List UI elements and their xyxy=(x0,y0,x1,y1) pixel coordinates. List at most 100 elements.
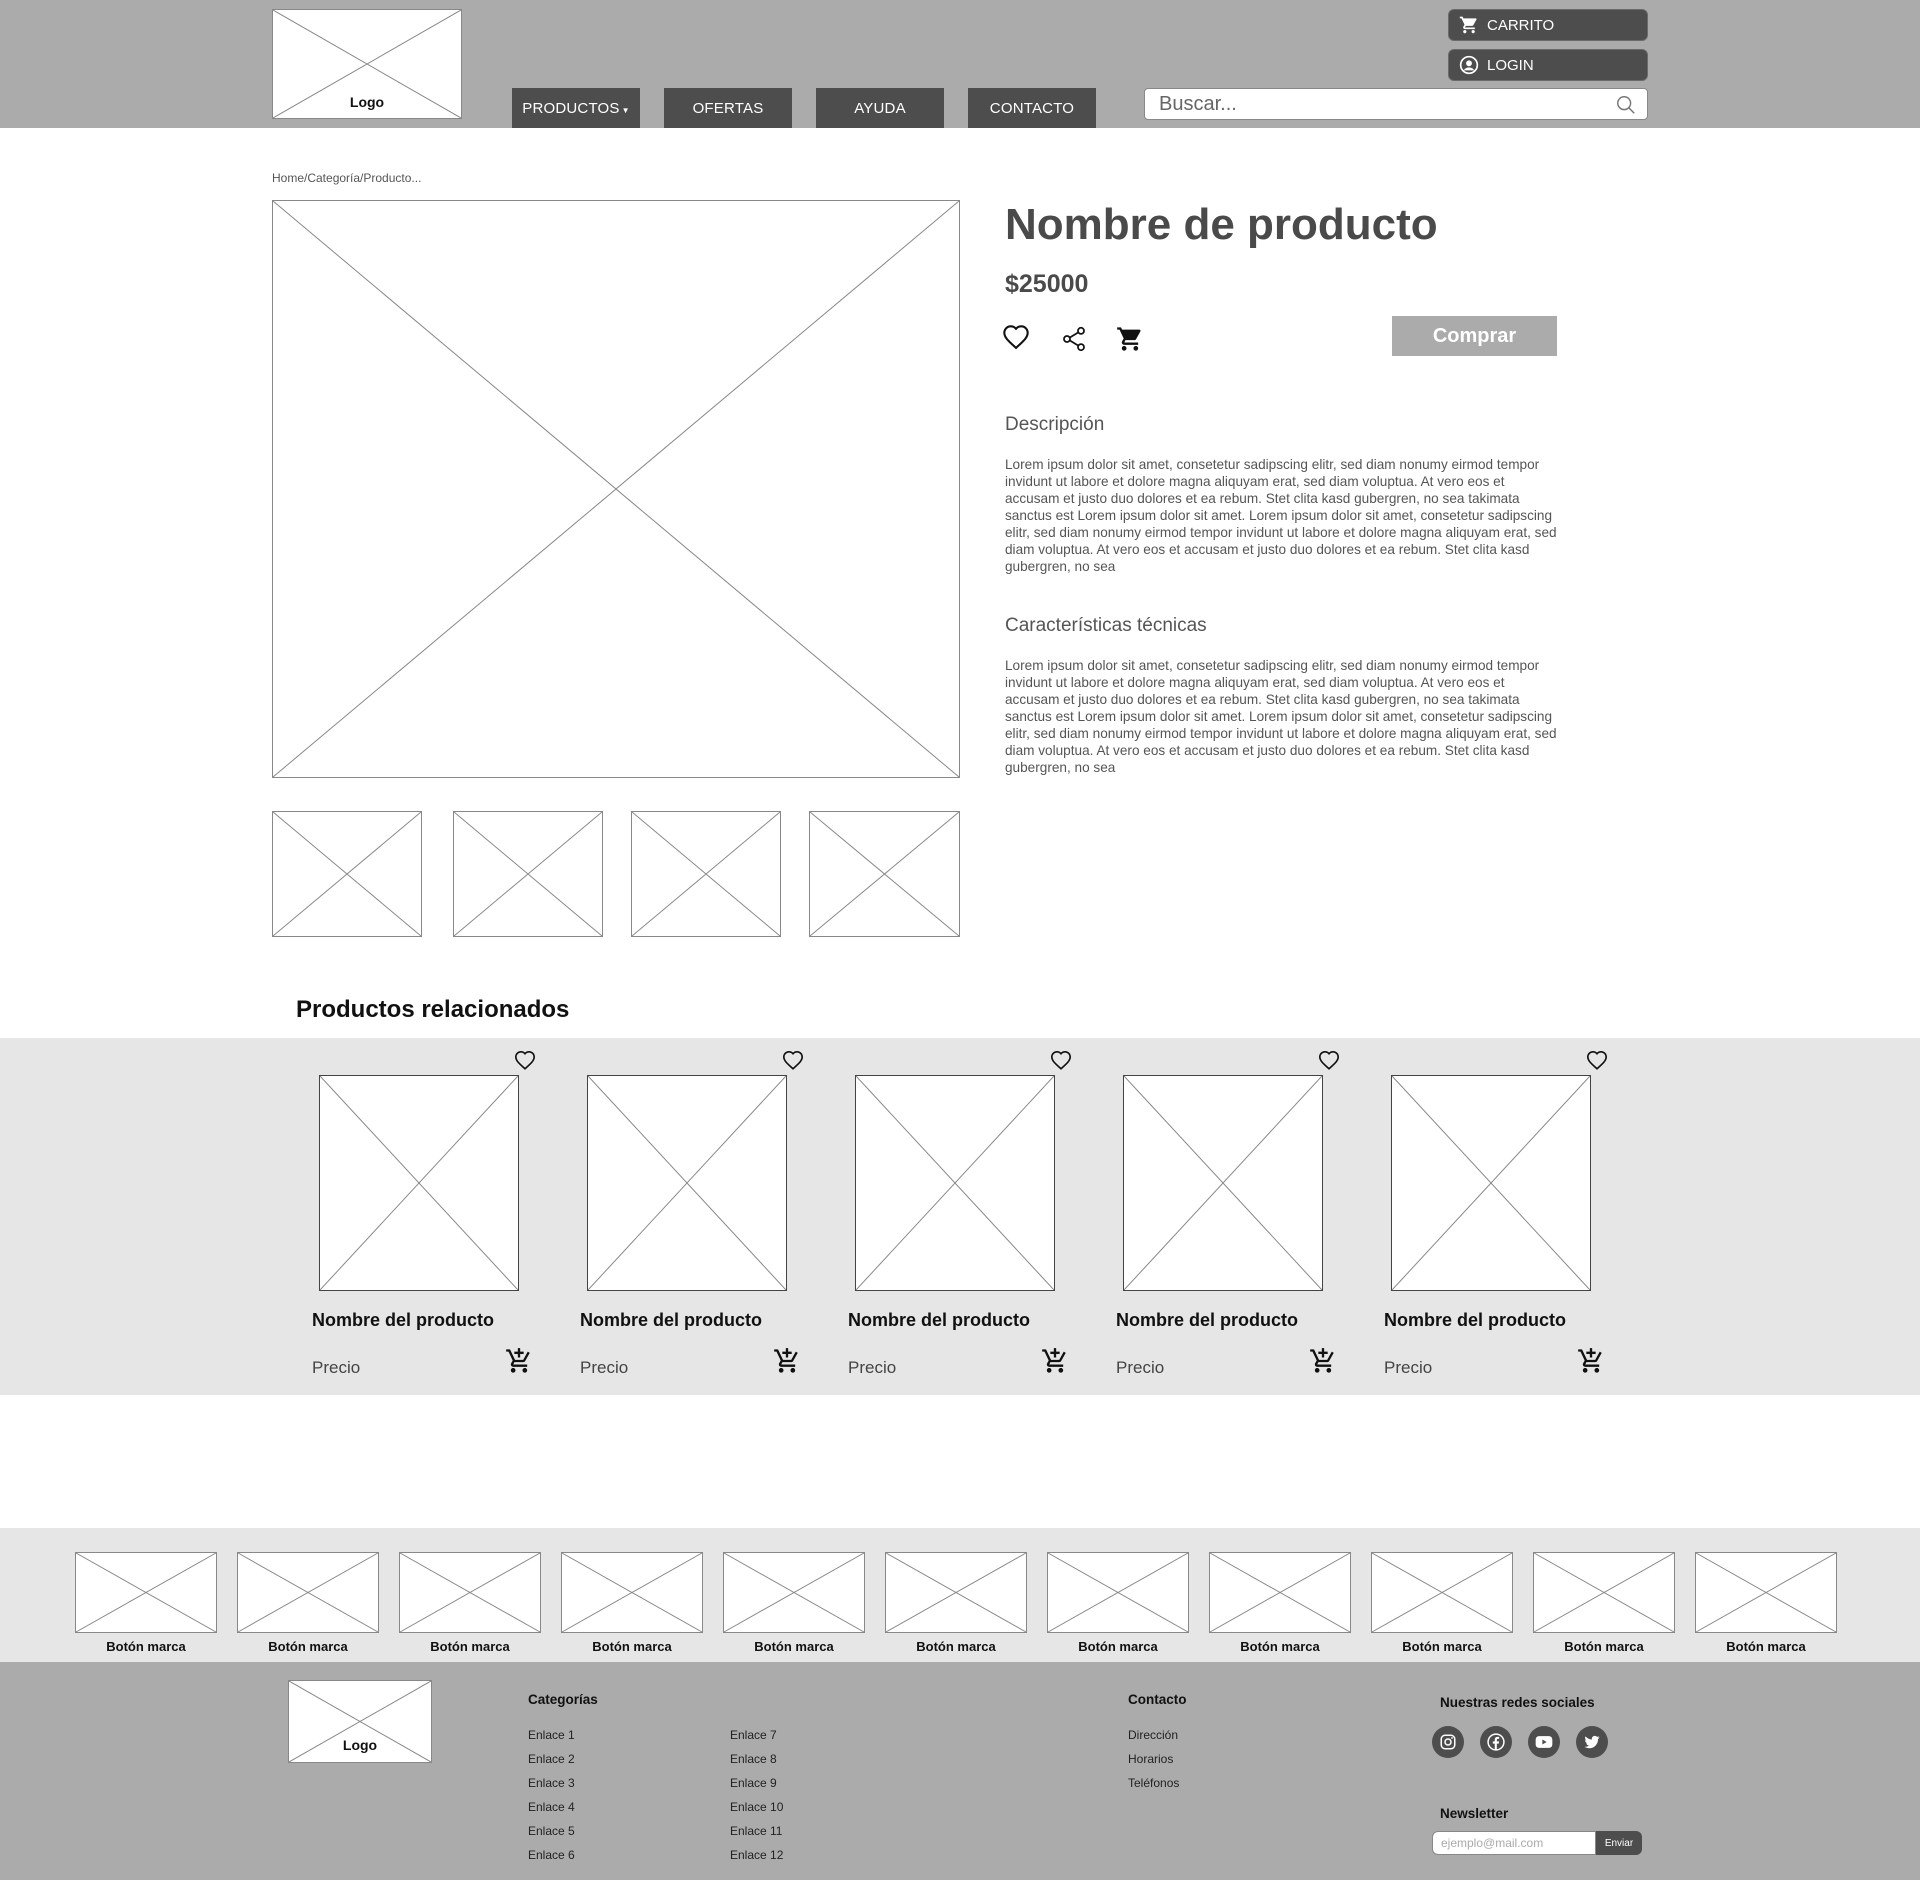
related-product-image[interactable] xyxy=(1391,1075,1591,1291)
brand-label[interactable]: Botón marca xyxy=(561,1639,703,1654)
brand-button[interactable] xyxy=(885,1552,1027,1633)
footer-link[interactable]: Enlace 11 xyxy=(730,1824,782,1838)
cart-icon xyxy=(1459,16,1477,34)
footer-link[interactable]: Enlace 7 xyxy=(730,1728,777,1742)
favorite-icon[interactable] xyxy=(514,1050,536,1072)
related-product-image[interactable] xyxy=(319,1075,519,1291)
footer-link[interactable]: Teléfonos xyxy=(1128,1776,1179,1790)
brand-button[interactable] xyxy=(237,1552,379,1633)
add-shopping-cart-icon[interactable] xyxy=(1577,1347,1605,1375)
related-product-name[interactable]: Nombre del producto xyxy=(1384,1310,1566,1331)
nav-ofertas-label: OFERTAS xyxy=(692,99,764,117)
related-product-name[interactable]: Nombre del producto xyxy=(848,1310,1030,1331)
footer-link[interactable]: Enlace 6 xyxy=(528,1848,575,1862)
heart-icon[interactable] xyxy=(1002,324,1030,352)
product-main-image xyxy=(272,200,960,778)
brand-label[interactable]: Botón marca xyxy=(1695,1639,1837,1654)
brand-label[interactable]: Botón marca xyxy=(399,1639,541,1654)
add-shopping-cart-icon[interactable] xyxy=(1041,1347,1069,1375)
footer-link[interactable]: Dirección xyxy=(1128,1728,1178,1742)
cart-label: CARRITO xyxy=(1487,16,1555,34)
footer-link[interactable]: Enlace 9 xyxy=(730,1776,777,1790)
favorite-icon[interactable] xyxy=(782,1050,804,1072)
brand-label[interactable]: Botón marca xyxy=(237,1639,379,1654)
instagram-icon[interactable] xyxy=(1432,1726,1464,1758)
categories-title: Categorías xyxy=(528,1692,598,1707)
related-product-image[interactable] xyxy=(1123,1075,1323,1291)
breadcrumb[interactable]: Home/Categoría/Producto... xyxy=(272,171,421,185)
brand-button[interactable] xyxy=(1209,1552,1351,1633)
footer-link[interactable]: Enlace 8 xyxy=(730,1752,777,1766)
brand-button[interactable] xyxy=(723,1552,865,1633)
brand-button[interactable] xyxy=(1695,1552,1837,1633)
buy-button[interactable]: Comprar xyxy=(1392,316,1557,356)
footer-link[interactable]: Horarios xyxy=(1128,1752,1173,1766)
footer-logo[interactable]: Logo xyxy=(288,1680,432,1763)
login-button[interactable]: LOGIN xyxy=(1448,49,1648,81)
brand-label[interactable]: Botón marca xyxy=(75,1639,217,1654)
footer-link[interactable]: Enlace 4 xyxy=(528,1800,575,1814)
brand-label[interactable]: Botón marca xyxy=(1371,1639,1513,1654)
footer-link[interactable]: Enlace 12 xyxy=(730,1848,783,1862)
user-icon xyxy=(1459,55,1479,75)
facebook-icon[interactable] xyxy=(1480,1726,1512,1758)
logo-label: Logo xyxy=(349,94,385,110)
product-price: $25000 xyxy=(1005,270,1089,298)
brand-button[interactable] xyxy=(399,1552,541,1633)
brand-label[interactable]: Botón marca xyxy=(1533,1639,1675,1654)
related-product-image[interactable] xyxy=(587,1075,787,1291)
search-box xyxy=(1144,88,1648,120)
newsletter-send-button[interactable]: Enviar xyxy=(1596,1831,1642,1855)
logo[interactable]: Logo xyxy=(272,9,462,119)
favorite-icon[interactable] xyxy=(1586,1050,1608,1072)
product-thumbnail[interactable] xyxy=(453,811,603,937)
search-icon[interactable] xyxy=(1615,94,1637,116)
add-shopping-cart-icon[interactable] xyxy=(1309,1347,1337,1375)
brand-label[interactable]: Botón marca xyxy=(1209,1639,1351,1654)
product-thumbnail[interactable] xyxy=(272,811,422,937)
brand-label[interactable]: Botón marca xyxy=(885,1639,1027,1654)
brand-button[interactable] xyxy=(75,1552,217,1633)
brand-button[interactable] xyxy=(1047,1552,1189,1633)
description-text: Lorem ipsum dolor sit amet, consetetur s… xyxy=(1005,457,1557,574)
footer-link[interactable]: Enlace 5 xyxy=(528,1824,575,1838)
cart-button[interactable]: CARRITO xyxy=(1448,9,1648,41)
footer-link[interactable]: Enlace 1 xyxy=(528,1728,575,1742)
newsletter-title: Newsletter xyxy=(1440,1806,1509,1821)
brand-label[interactable]: Botón marca xyxy=(1047,1639,1189,1654)
related-product-image[interactable] xyxy=(855,1075,1055,1291)
related-product-name[interactable]: Nombre del producto xyxy=(1116,1310,1298,1331)
product-thumbnail[interactable] xyxy=(809,811,960,937)
login-label: LOGIN xyxy=(1487,56,1534,74)
share-icon[interactable] xyxy=(1060,325,1088,353)
brand-button[interactable] xyxy=(561,1552,703,1633)
newsletter-email-input[interactable] xyxy=(1441,1833,1591,1853)
footer-link[interactable]: Enlace 2 xyxy=(528,1752,575,1766)
nav-productos[interactable]: PRODUCTOS ▼ xyxy=(512,88,640,128)
add-to-cart-icon[interactable] xyxy=(1116,325,1144,353)
nav-contacto[interactable]: CONTACTO xyxy=(968,88,1096,128)
add-shopping-cart-icon[interactable] xyxy=(505,1347,533,1375)
tech-specs-title: Características técnicas xyxy=(1005,615,1207,636)
related-title: Productos relacionados xyxy=(296,996,570,1023)
related-product-name[interactable]: Nombre del producto xyxy=(580,1310,762,1331)
footer-link[interactable]: Enlace 3 xyxy=(528,1776,575,1790)
brand-button[interactable] xyxy=(1371,1552,1513,1633)
related-product-name[interactable]: Nombre del producto xyxy=(312,1310,494,1331)
nav-ofertas[interactable]: OFERTAS xyxy=(664,88,792,128)
favorite-icon[interactable] xyxy=(1050,1050,1072,1072)
nav-ayuda[interactable]: AYUDA xyxy=(816,88,944,128)
youtube-icon[interactable] xyxy=(1528,1726,1560,1758)
brand-label[interactable]: Botón marca xyxy=(723,1639,865,1654)
add-shopping-cart-icon[interactable] xyxy=(773,1347,801,1375)
brand-button[interactable] xyxy=(1533,1552,1675,1633)
twitter-icon[interactable] xyxy=(1576,1726,1608,1758)
favorite-icon[interactable] xyxy=(1318,1050,1340,1072)
contact-title: Contacto xyxy=(1128,1692,1187,1707)
search-input[interactable] xyxy=(1159,92,1599,116)
description-title: Descripción xyxy=(1005,414,1105,435)
product-thumbnail[interactable] xyxy=(631,811,781,937)
nav-productos-label: PRODUCTOS xyxy=(522,99,620,117)
footer-link[interactable]: Enlace 10 xyxy=(730,1800,783,1814)
related-product-price: Precio xyxy=(1116,1358,1165,1377)
